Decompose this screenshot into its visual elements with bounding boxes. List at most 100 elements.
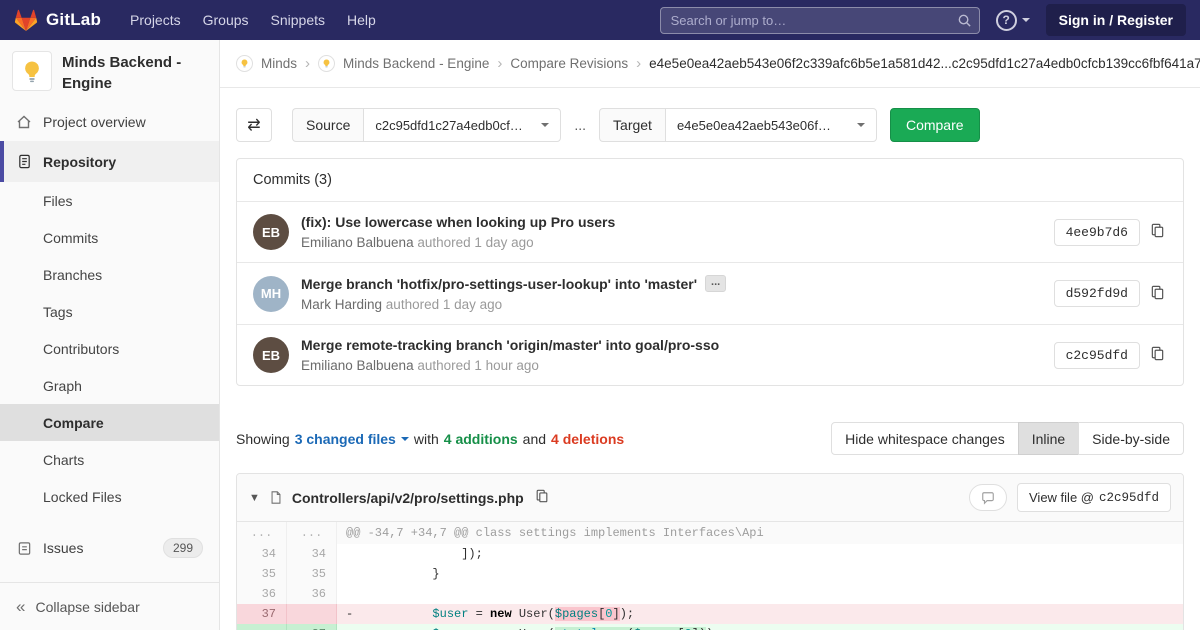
commit-row: EB (fix): Use lowercase when looking up … (237, 201, 1183, 262)
copy-file-path-button[interactable] (533, 487, 551, 508)
breadcrumb-page-link[interactable]: Compare Revisions (510, 56, 628, 71)
compare-revisions-form: ⇄ Source c2c95dfd1c27a4edb0cf… ... Targe… (220, 88, 1200, 142)
copy-commit-sha-button[interactable] (1148, 344, 1167, 366)
main-menu: Projects Groups Snippets Help (119, 0, 387, 40)
diff-filename-link[interactable]: Controllers/api/v2/pro/settings.php (292, 490, 524, 506)
commit-sha-button[interactable]: 4ee9b7d6 (1053, 218, 1140, 246)
repository-subnav: Files Commits Branches Tags Contributors… (0, 182, 219, 515)
old-line-marker: ... (237, 522, 287, 544)
gitlab-logo[interactable]: GitLab (14, 9, 101, 32)
issues-count-badge: 299 (162, 538, 203, 558)
copy-icon (1150, 285, 1165, 303)
new-line-number[interactable]: 37 (287, 624, 337, 630)
group-avatar (236, 55, 253, 72)
source-branch-dropdown[interactable]: c2c95dfd1c27a4edb0cf… (363, 108, 562, 142)
comment-icon (981, 491, 995, 505)
help-icon: ? (995, 9, 1017, 31)
new-line-number[interactable]: 36 (287, 584, 337, 604)
copy-commit-sha-button[interactable] (1148, 283, 1167, 305)
showing-label: Showing (236, 430, 290, 447)
chevron-down-icon (1021, 18, 1030, 22)
nav-item-help[interactable]: Help (336, 0, 387, 40)
source-branch-value: c2c95dfd1c27a4edb0cf… (375, 117, 523, 133)
old-line-number[interactable]: 35 (237, 564, 287, 584)
commit-author-link[interactable]: Emiliano Balbuena (301, 235, 414, 250)
toggle-comments-button[interactable] (969, 484, 1007, 511)
search-input[interactable] (659, 6, 980, 34)
commit-message-expand-button[interactable]: ... (705, 275, 727, 292)
and-label: and (522, 430, 547, 447)
changed-files-dropdown[interactable]: 3 changed files (295, 431, 409, 447)
new-line-number[interactable]: 34 (287, 544, 337, 564)
old-line-number[interactable]: 36 (237, 584, 287, 604)
commit-sha-button[interactable]: d592fd9d (1053, 280, 1140, 307)
sidebar-item-repository[interactable]: Repository (0, 141, 219, 182)
side-by-side-view-button[interactable]: Side-by-side (1078, 422, 1184, 455)
sidebar-item-issues[interactable]: Issues 299 (0, 528, 219, 568)
avatar[interactable]: EB (253, 214, 289, 250)
collapse-diff-icon[interactable]: ▼ (249, 492, 260, 504)
sidebar-item-charts[interactable]: Charts (0, 441, 219, 478)
diff-line-row: 36 36 (237, 584, 1183, 604)
commit-title-link[interactable]: Merge remote-tracking branch 'origin/mas… (301, 337, 719, 353)
nav-item-projects[interactable]: Projects (119, 0, 192, 40)
commit-title-link[interactable]: (fix): Use lowercase when looking up Pro… (301, 214, 615, 230)
changed-files-label: 3 changed files (294, 430, 396, 447)
new-line-number[interactable] (287, 604, 337, 624)
target-branch-dropdown[interactable]: e4e5e0ea42aeb543e06f… (664, 108, 877, 142)
old-line-number[interactable] (237, 624, 287, 630)
compare-button[interactable]: Compare (889, 108, 980, 142)
help-dropdown[interactable]: ? (995, 9, 1030, 31)
sidebar-item-files[interactable]: Files (0, 182, 219, 219)
project-name: Minds Backend - Engine (62, 54, 182, 92)
project-mini-avatar (318, 55, 336, 72)
sidebar-item-contributors[interactable]: Contributors (0, 330, 219, 367)
new-line-marker: ... (287, 522, 337, 544)
view-file-button[interactable]: View file @ c2c95dfd (1017, 483, 1171, 512)
diff-line-code: ]); (346, 547, 483, 561)
hide-whitespace-button[interactable]: Hide whitespace changes (831, 422, 1019, 455)
old-line-number[interactable]: 37 (237, 604, 287, 624)
commit-authored-time: authored 1 day ago (417, 235, 534, 250)
collapse-sidebar-button[interactable]: « Collapse sidebar (0, 582, 219, 630)
swap-revisions-button[interactable]: ⇄ (236, 108, 272, 142)
copy-commit-sha-button[interactable] (1148, 221, 1167, 243)
sidebar-item-project-overview[interactable]: Project overview (0, 103, 219, 141)
commit-row: MH Merge branch 'hotfix/pro-settings-use… (237, 262, 1183, 324)
sidebar-item-compare[interactable]: Compare (0, 404, 219, 441)
project-header[interactable]: Minds Backend - Engine (0, 40, 219, 103)
diff-table: ... ... @@ -34,7 +34,7 @@ class settings… (237, 522, 1183, 630)
breadcrumb-separator: › (636, 55, 642, 72)
nav-item-groups[interactable]: Groups (192, 0, 260, 40)
commit-sha-button[interactable]: c2c95dfd (1053, 341, 1140, 369)
top-navbar: GitLab Projects Groups Snippets Help ? S… (0, 0, 1200, 40)
sign-in-register-button[interactable]: Sign in / Register (1045, 4, 1186, 36)
commit-author-link[interactable]: Emiliano Balbuena (301, 358, 414, 373)
avatar[interactable]: EB (253, 337, 289, 373)
diff-line-code: - $user = new User($pages[0]); (337, 604, 1183, 624)
sidebar-item-locked-files[interactable]: Locked Files (0, 478, 219, 515)
nav-item-snippets[interactable]: Snippets (260, 0, 336, 40)
collapse-sidebar-icon: « (16, 597, 26, 616)
commit-author-link[interactable]: Mark Harding (301, 297, 382, 312)
copy-icon (1150, 223, 1165, 241)
sidebar-item-branches[interactable]: Branches (0, 256, 219, 293)
diff-line-row: 35 35 } (237, 564, 1183, 584)
commit-title-link[interactable]: Merge branch 'hotfix/pro-settings-user-l… (301, 276, 697, 292)
breadcrumb-separator: › (497, 55, 503, 72)
chevron-down-icon (856, 123, 865, 127)
new-line-number[interactable]: 35 (287, 564, 337, 584)
old-line-number[interactable]: 34 (237, 544, 287, 564)
breadcrumb-project-link[interactable]: Minds Backend - Engine (343, 56, 489, 71)
inline-view-button[interactable]: Inline (1017, 422, 1080, 455)
diff-line-code: } (346, 567, 440, 581)
avatar[interactable]: MH (253, 275, 289, 312)
sidebar-item-tags[interactable]: Tags (0, 293, 219, 330)
breadcrumb-group-link[interactable]: Minds (261, 56, 297, 71)
sidebar-item-commits[interactable]: Commits (0, 219, 219, 256)
diff-file-panel: ▼ Controllers/api/v2/pro/settings.php Vi… (236, 473, 1184, 630)
file-icon (269, 490, 283, 505)
view-file-label: View file @ (1029, 490, 1094, 505)
sidebar-item-graph[interactable]: Graph (0, 367, 219, 404)
swap-icon: ⇄ (247, 117, 261, 134)
